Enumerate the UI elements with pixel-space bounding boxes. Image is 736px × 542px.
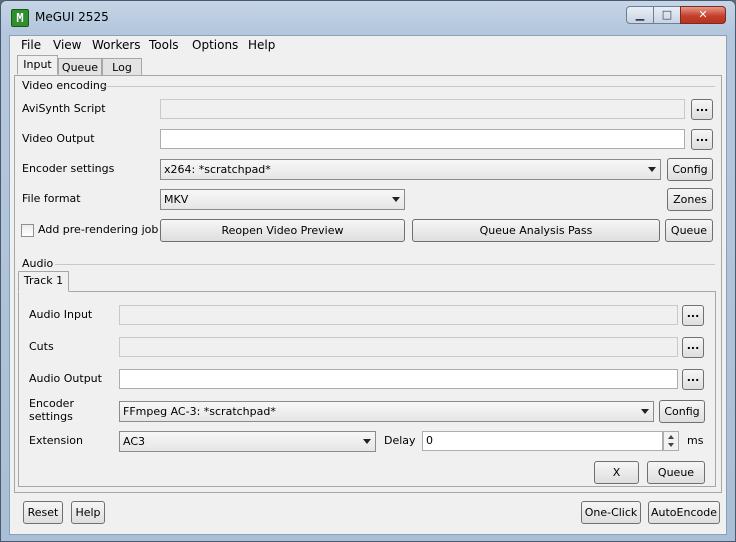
help-button[interactable]: Help	[71, 501, 105, 524]
delay-spinner[interactable]	[663, 431, 679, 451]
megui-app-icon: M	[11, 9, 29, 27]
audio-output-browse-button[interactable]: ...	[682, 369, 704, 390]
audio-remove-button[interactable]: X	[594, 461, 639, 484]
minimize-icon: ▁	[635, 8, 645, 21]
maximize-button[interactable]: □	[653, 6, 681, 24]
tab-input[interactable]: Input	[17, 55, 58, 75]
video-queue-button[interactable]: Queue	[665, 219, 713, 242]
chevron-down-icon	[392, 197, 400, 202]
video-output-label: Video Output	[22, 132, 95, 145]
chevron-down-icon	[363, 439, 371, 444]
maximize-icon: □	[661, 8, 673, 21]
audio-encoder-settings-label: Encoder settings	[29, 397, 74, 423]
audio-output-input[interactable]	[119, 369, 678, 389]
cuts-browse-button[interactable]: ...	[682, 337, 704, 358]
audio-input-label: Audio Input	[29, 308, 93, 321]
extension-label: Extension	[29, 434, 84, 447]
avisynth-script-input[interactable]	[160, 99, 685, 119]
audio-queue-button[interactable]: Queue	[647, 461, 705, 484]
track-1-pane: Audio Input ... Cuts ... Audio Output ..…	[18, 291, 716, 487]
video-config-button[interactable]: Config	[667, 158, 713, 181]
menu-workers[interactable]: Workers	[92, 38, 141, 52]
cuts-input[interactable]	[119, 337, 678, 357]
title-bar[interactable]: M MeGUI 2525 ▁ □ ✕	[1, 1, 735, 35]
menu-bar: File View Workers Tools Options Help	[10, 36, 726, 54]
video-encoder-settings-value: x264: *scratchpad*	[164, 163, 271, 176]
audio-output-label: Audio Output	[29, 372, 102, 385]
video-output-browse-button[interactable]: ...	[691, 129, 713, 150]
audio-encoder-settings-label-line-2: settings	[29, 410, 73, 423]
one-click-button[interactable]: One-Click	[581, 501, 641, 524]
menu-file[interactable]: File	[21, 38, 41, 52]
file-format-select[interactable]: MKV	[160, 189, 405, 210]
autoencode-button[interactable]: AutoEncode	[648, 501, 720, 524]
spin-down-icon[interactable]	[668, 443, 674, 447]
spin-up-icon[interactable]	[668, 435, 674, 439]
audio-input-browse-button[interactable]: ...	[682, 305, 704, 326]
menu-help[interactable]: Help	[248, 38, 275, 52]
audio-config-button[interactable]: Config	[659, 400, 705, 423]
audio-encoder-settings-label-line-1: Encoder	[29, 397, 74, 410]
cuts-label: Cuts	[29, 340, 54, 353]
video-encoder-settings-label: Encoder settings	[22, 162, 115, 175]
chevron-down-icon	[641, 409, 649, 414]
queue-analysis-pass-button[interactable]: Queue Analysis Pass	[412, 219, 660, 242]
audio-title: Audio	[22, 257, 54, 270]
add-prerendering-label[interactable]: Add pre-rendering job	[38, 223, 158, 236]
video-section-divider	[103, 86, 715, 87]
window-title: MeGUI 2525	[35, 10, 109, 24]
minimize-button[interactable]: ▁	[626, 6, 654, 24]
tab-queue[interactable]: Queue	[58, 58, 102, 76]
close-button[interactable]: ✕	[680, 6, 726, 24]
extension-value: AC3	[123, 435, 146, 448]
delay-label: Delay	[384, 434, 416, 447]
delay-unit-label: ms	[687, 434, 704, 447]
client-area: File View Workers Tools Options Help Inp…	[9, 35, 727, 535]
reopen-video-preview-button[interactable]: Reopen Video Preview	[160, 219, 405, 242]
menu-view[interactable]: View	[53, 38, 81, 52]
input-tab-pane: Video encoding AviSynth Script ... Video…	[14, 75, 722, 493]
extension-select[interactable]: AC3	[119, 431, 376, 452]
audio-encoder-settings-select[interactable]: FFmpeg AC-3: *scratchpad*	[119, 401, 654, 422]
close-icon: ✕	[698, 8, 708, 21]
file-format-label: File format	[22, 192, 81, 205]
avisynth-browse-button[interactable]: ...	[691, 99, 713, 120]
audio-encoder-settings-value: FFmpeg AC-3: *scratchpad*	[123, 405, 276, 418]
tab-log[interactable]: Log	[102, 58, 142, 76]
file-format-value: MKV	[164, 193, 189, 206]
menu-options[interactable]: Options	[192, 38, 238, 52]
add-prerendering-checkbox[interactable]	[21, 224, 34, 237]
tab-track-1[interactable]: Track 1	[18, 271, 69, 292]
avisynth-script-label: AviSynth Script	[22, 102, 106, 115]
audio-section-divider	[55, 264, 715, 265]
delay-input[interactable]: 0	[422, 431, 663, 451]
video-encoder-settings-select[interactable]: x264: *scratchpad*	[160, 159, 661, 180]
audio-input-input[interactable]	[119, 305, 678, 325]
app-window: M MeGUI 2525 ▁ □ ✕ File View Workers Too…	[0, 0, 736, 542]
menu-tools[interactable]: Tools	[149, 38, 179, 52]
video-encoding-title: Video encoding	[22, 79, 107, 92]
reset-button[interactable]: Reset	[23, 501, 63, 524]
chevron-down-icon	[648, 167, 656, 172]
video-output-input[interactable]	[160, 129, 685, 149]
zones-button[interactable]: Zones	[667, 188, 713, 211]
